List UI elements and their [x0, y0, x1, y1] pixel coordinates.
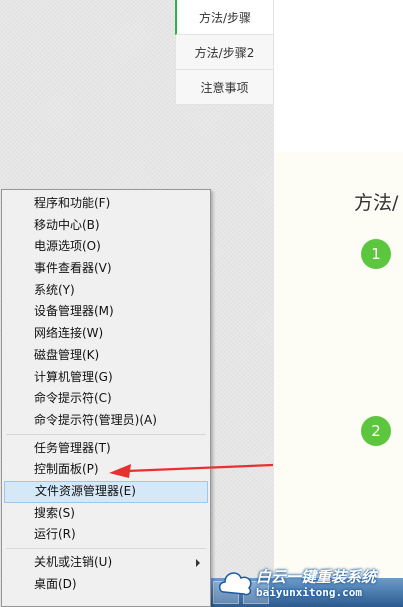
menu-item-shutdown-signout[interactable]: 关机或注销(U) — [4, 552, 208, 574]
menu-item-command-prompt[interactable]: 命令提示符(C) — [4, 388, 208, 410]
section-title: 方法/ — [354, 192, 399, 214]
menu-item-programs-features[interactable]: 程序和功能(F) — [4, 193, 208, 215]
menu-item-run[interactable]: 运行(R) — [4, 524, 208, 546]
tab-notes[interactable]: 注意事项 — [175, 70, 274, 105]
menu-item-file-explorer[interactable]: 文件资源管理器(E) — [4, 480, 208, 503]
menu-item-search[interactable]: 搜索(S) — [4, 503, 208, 525]
menu-item-disk-management[interactable]: 磁盘管理(K) — [4, 345, 208, 367]
menu-group-system-tools: 程序和功能(F) 移动中心(B) 电源选项(O) 事件查看器(V) 系统(Y) … — [2, 190, 210, 432]
cloud-logo-icon — [218, 572, 252, 596]
step-tabs: 方法/步骤 方法/步骤2 注意事项 — [175, 0, 274, 105]
watermark-brand: 白云一键重装系统 — [256, 568, 377, 586]
watermark: 白云一键重装系统 baiyunxitong.com — [218, 562, 403, 604]
menu-item-device-manager[interactable]: 设备管理器(M) — [4, 301, 208, 323]
menu-item-computer-management[interactable]: 计算机管理(G) — [4, 367, 208, 389]
menu-group-session: 关机或注销(U) 桌面(D) — [2, 552, 210, 595]
menu-item-event-viewer[interactable]: 事件查看器(V) — [4, 258, 208, 280]
menu-item-command-prompt-admin[interactable]: 命令提示符(管理员)(A) — [4, 410, 208, 432]
watermark-url: baiyunxitong.com — [256, 586, 362, 599]
menu-item-network-connections[interactable]: 网络连接(W) — [4, 323, 208, 345]
page-header-area — [274, 0, 403, 152]
red-arrow-annotation — [109, 463, 274, 478]
menu-item-label: 关机或注销(U) — [34, 555, 113, 569]
winx-context-menu: 程序和功能(F) 移动中心(B) 电源选项(O) 事件查看器(V) 系统(Y) … — [1, 189, 211, 607]
tab-method-steps-2[interactable]: 方法/步骤2 — [175, 35, 274, 70]
tab-method-steps[interactable]: 方法/步骤 — [175, 0, 274, 35]
submenu-arrow-icon — [196, 559, 200, 567]
menu-item-mobility-center[interactable]: 移动中心(B) — [4, 215, 208, 237]
menu-group-utilities: 任务管理器(T) 控制面板(P) 文件资源管理器(E) 搜索(S) 运行(R) — [2, 438, 210, 546]
menu-item-task-manager[interactable]: 任务管理器(T) — [4, 438, 208, 460]
step-badge-2: 2 — [361, 416, 391, 446]
menu-item-power-options[interactable]: 电源选项(O) — [4, 236, 208, 258]
menu-item-system[interactable]: 系统(Y) — [4, 280, 208, 302]
page-content-area — [274, 152, 403, 607]
step-badge-1: 1 — [361, 239, 391, 269]
menu-item-desktop[interactable]: 桌面(D) — [4, 574, 208, 596]
